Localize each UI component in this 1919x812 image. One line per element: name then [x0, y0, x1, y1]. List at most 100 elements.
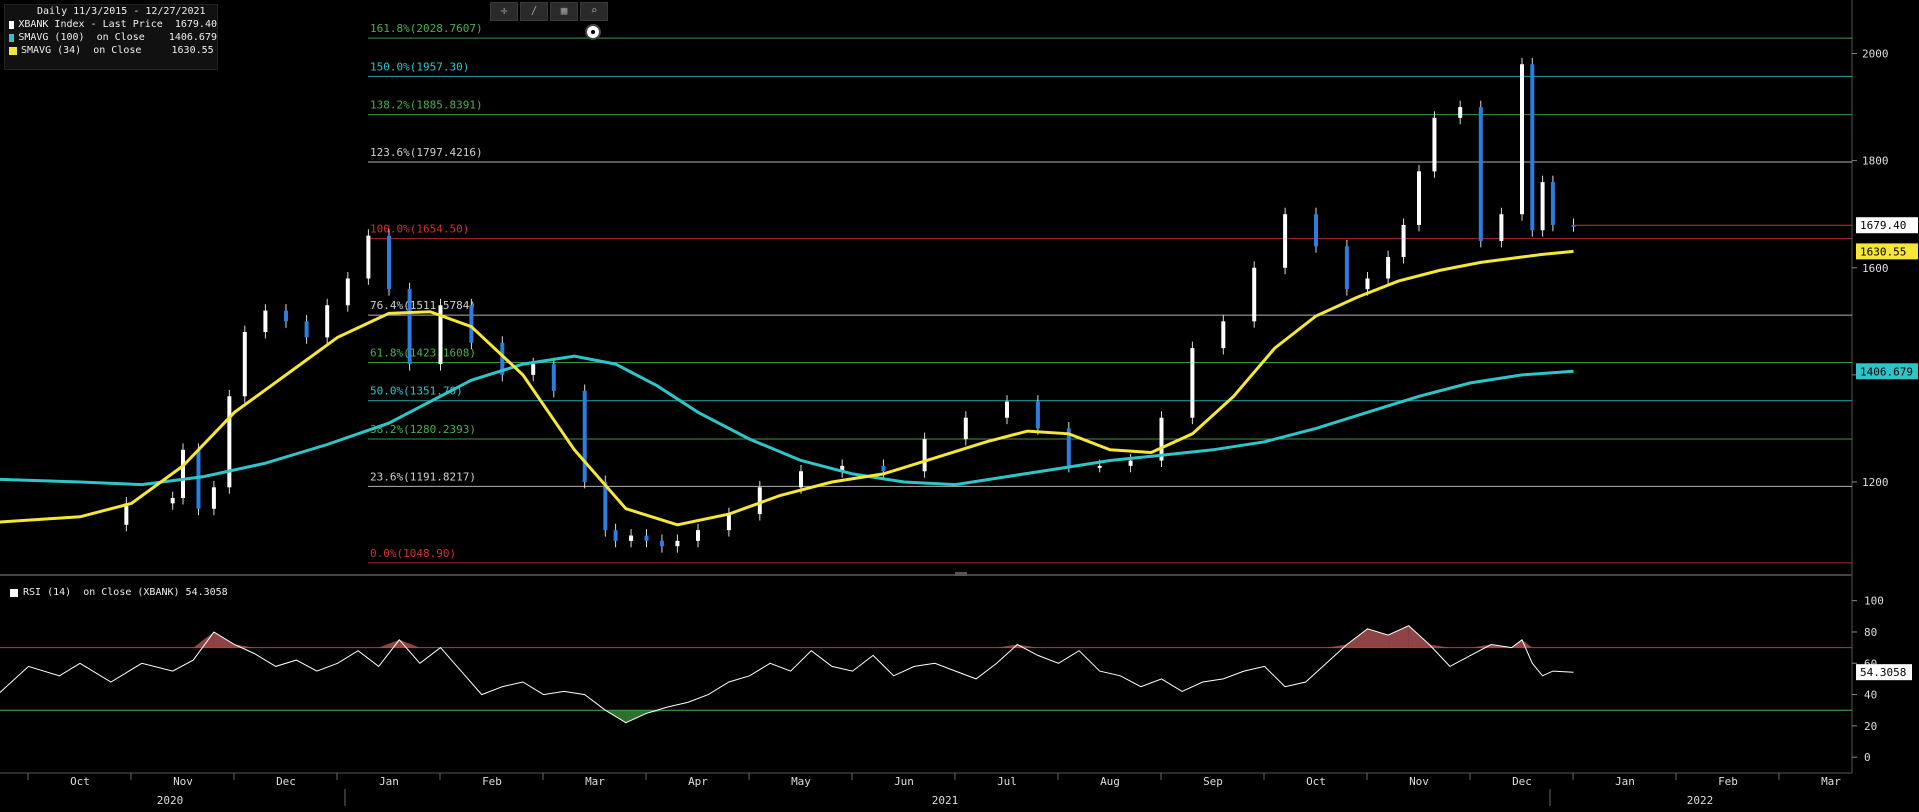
candle-body [1314, 214, 1318, 247]
candle-body [922, 439, 927, 472]
rsi-last-label: 54.3058 [1860, 666, 1906, 679]
candle-body [1221, 321, 1226, 349]
candle-body [1283, 214, 1288, 268]
candle-body [407, 289, 412, 365]
legend-swatch-sma34 [9, 46, 17, 55]
y-tick-label: 1600 [1862, 262, 1889, 275]
candle-body [963, 417, 968, 440]
year-label: 2021 [932, 794, 959, 807]
month-label: Mar [1821, 775, 1841, 788]
month-label: Sep [1203, 775, 1223, 788]
legend-label-sma34: SMAVG (34) on Close 1630.55 [21, 45, 214, 56]
candle-body [181, 449, 185, 499]
price-label: 1630.55 [1860, 245, 1906, 258]
candle-body [1432, 117, 1437, 172]
candle-body [1530, 64, 1535, 231]
rsi-overbought-area [1388, 625, 1409, 648]
price-label: 1679.40 [1860, 219, 1906, 232]
candle-body [242, 332, 247, 397]
candle-body [1252, 267, 1257, 322]
month-label: Nov [1409, 775, 1429, 788]
candle-body [196, 449, 201, 509]
fib-label: 161.8%(2028.7607) [370, 22, 483, 35]
candle-body [613, 530, 618, 541]
y-tick-label: 2000 [1862, 48, 1889, 61]
month-label: Mar [585, 775, 605, 788]
candle-body [1458, 107, 1463, 118]
candle-body [1520, 64, 1524, 215]
candle-body [1005, 401, 1009, 418]
candle-body [345, 278, 350, 306]
month-label: Jan [379, 775, 399, 788]
fib-label: 138.2%(1885.8391) [370, 99, 483, 112]
candle-body [366, 235, 371, 279]
rsi-y-tick-label: 0 [1864, 751, 1871, 764]
candle-body [469, 305, 474, 343]
candle-body [675, 540, 680, 547]
chart-type-icon[interactable]: ▦ [550, 2, 578, 21]
month-label: Apr [688, 775, 708, 788]
month-label: Oct [1306, 775, 1326, 788]
candle-body [1386, 257, 1391, 279]
candle-body [1540, 182, 1545, 231]
chart-legend: Daily 11/3/2015 - 12/27/2021 XBANK Index… [4, 4, 218, 70]
zoom-icon[interactable]: ⌕ [580, 2, 608, 21]
candle-body [603, 481, 608, 531]
candle-body [551, 364, 556, 391]
candle-body [696, 530, 700, 541]
fib-label: 0.0%(1048.90) [370, 547, 456, 560]
rsi-legend-swatch [10, 588, 18, 597]
candle-body [170, 498, 175, 504]
month-label: Dec [276, 775, 296, 788]
legend-item-sma100[interactable]: SMAVG (100) on Close 1406.679 [5, 31, 217, 44]
candle-body [325, 305, 330, 338]
legend-date-range: Daily 11/3/2015 - 12/27/2021 [37, 6, 206, 17]
rsi-legend-label: RSI (14) on Close (XBANK) 54.3058 [23, 587, 228, 598]
sma100-line [0, 354, 1574, 487]
candle-body [1097, 465, 1102, 468]
chart-canvas: 161.8%(2028.7607) 150.0%(1957.30) 138.2%(1… [0, 0, 1918, 807]
rsi-y-tick-label: 100 [1864, 595, 1884, 608]
candle-body [582, 390, 587, 482]
candle-body [799, 471, 803, 488]
month-label: Jan [1615, 775, 1635, 788]
legend-swatch-sma100 [9, 33, 15, 42]
candle-body [1190, 348, 1195, 418]
year-label: 2020 [157, 794, 184, 807]
chart-toolbar: ✛ ∕ ▦ ⌕ [490, 2, 608, 21]
panel-resize-handle [955, 572, 967, 576]
candle-body [1499, 214, 1504, 241]
y-tick-label: 1800 [1862, 155, 1889, 168]
month-label: Jun [894, 775, 914, 788]
month-label: Dec [1512, 775, 1532, 788]
month-label: Aug [1100, 775, 1120, 788]
candle-body [1417, 171, 1421, 225]
candle-body [1128, 460, 1133, 466]
y-tick-label: 1200 [1862, 476, 1889, 489]
candle-body [757, 487, 762, 515]
month-label: Oct [70, 775, 90, 788]
candle-body [211, 487, 216, 509]
fib-label: 76.4%(1511.5784) [370, 299, 476, 312]
record-button[interactable] [585, 24, 601, 40]
month-label: Jul [997, 775, 1017, 788]
rsi-legend: RSI (14) on Close (XBANK) 54.3058 [10, 587, 228, 598]
candle-body [1365, 278, 1370, 290]
month-label: Feb [482, 775, 502, 788]
rsi-line [0, 625, 1574, 724]
draw-line-icon[interactable]: ∕ [520, 2, 548, 21]
month-label: Nov [173, 775, 193, 788]
legend-label-sma100: SMAVG (100) on Close 1406.679 [18, 32, 217, 43]
legend-item-sma34[interactable]: SMAVG (34) on Close 1630.55 [5, 44, 217, 57]
candle-body [644, 535, 649, 541]
candle-body [304, 321, 309, 338]
candle-body [227, 396, 232, 488]
candle-body [629, 535, 634, 541]
candle-body [284, 310, 288, 322]
rsi-y-tick-label: 80 [1864, 626, 1877, 639]
legend-label-price: XBANK Index - Last Price 1679.40 [18, 19, 217, 30]
price-label: 1406.679 [1860, 365, 1913, 378]
candle-body [1344, 246, 1349, 290]
crosshair-icon[interactable]: ✛ [490, 2, 518, 21]
legend-item-price[interactable]: XBANK Index - Last Price 1679.40 [5, 18, 217, 31]
